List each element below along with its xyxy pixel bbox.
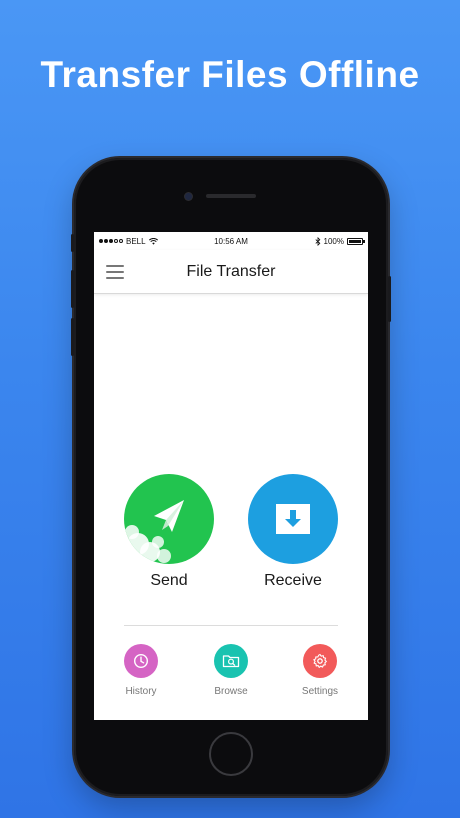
- phone-power-button: [388, 276, 391, 322]
- phone-volume-down: [71, 318, 74, 356]
- carrier-name: BELL: [126, 236, 146, 246]
- phone-mute-switch: [71, 234, 74, 252]
- receive-button[interactable]: Receive: [248, 474, 338, 590]
- folder-search-icon: [222, 655, 240, 668]
- bluetooth-icon: [315, 236, 320, 246]
- front-camera: [185, 193, 192, 200]
- wifi-icon: [148, 237, 158, 245]
- battery-percent: 100%: [323, 236, 344, 246]
- app-title: File Transfer: [186, 263, 276, 280]
- gear-icon: [313, 653, 327, 668]
- status-bar: BELL 10:56 AM 100%: [94, 232, 368, 250]
- phone-volume-up: [71, 270, 74, 308]
- status-time: 10:56 AM: [214, 236, 248, 246]
- nav-browse[interactable]: Browse: [201, 644, 261, 697]
- nav-settings[interactable]: Settings: [290, 644, 350, 697]
- nav-browse-label: Browse: [214, 686, 248, 697]
- send-label: Send: [150, 572, 188, 589]
- nav-history-label: History: [125, 686, 157, 697]
- divider: [124, 625, 338, 626]
- phone-frame: BELL 10:56 AM 100% File Transfer Send Re…: [71, 158, 391, 796]
- receive-label: Receive: [264, 572, 322, 589]
- battery-icon: [347, 237, 365, 245]
- nav-history[interactable]: History: [111, 644, 171, 697]
- headline: Transfer Files Offline: [40, 54, 420, 95]
- paper-plane-icon: [125, 500, 184, 563]
- earpiece-speaker: [206, 194, 256, 198]
- app-bar: File Transfer: [94, 250, 368, 294]
- download-box-icon: [276, 504, 310, 534]
- home-button[interactable]: [209, 732, 253, 776]
- send-button[interactable]: Send: [124, 474, 214, 590]
- clock-icon: [133, 653, 149, 669]
- phone-screen: BELL 10:56 AM 100% File Transfer Send Re…: [94, 232, 368, 720]
- nav-settings-label: Settings: [301, 686, 339, 697]
- signal-dots-icon: [99, 239, 123, 243]
